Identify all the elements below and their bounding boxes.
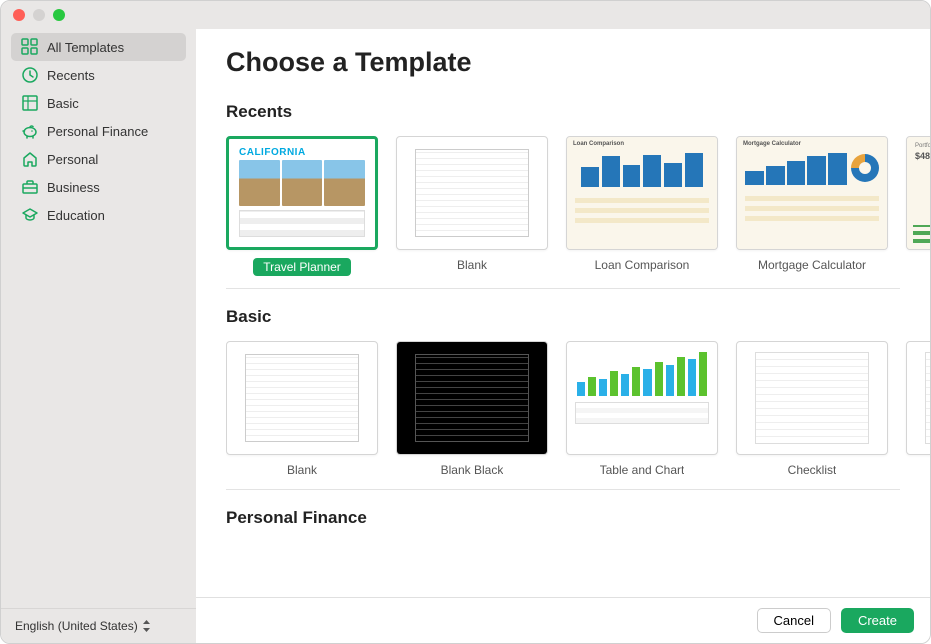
template-label: Blank [287, 463, 317, 477]
section-divider [226, 489, 900, 490]
section-divider [226, 288, 900, 289]
template-label: Checklist [788, 463, 837, 477]
template-item[interactable]: Blank Black [396, 341, 548, 477]
template-label: Blank Black [441, 463, 504, 477]
template-chooser-window: All Templates Recents Basic Personal Financ… [0, 0, 931, 644]
create-button[interactable]: Create [841, 608, 914, 633]
sheet-icon [21, 94, 39, 112]
close-icon[interactable] [13, 9, 25, 21]
sidebar-item-label: Basic [47, 96, 79, 111]
template-label: Loan Comparison [595, 258, 690, 272]
content: Choose a Template Recents CALIFORNIA Trave… [196, 29, 930, 597]
sidebar-item-label: Personal Finance [47, 124, 148, 139]
template-item[interactable]: Checklist [736, 341, 888, 477]
template-thumbnail [226, 341, 378, 455]
language-label: English (United States) [15, 619, 138, 633]
maximize-icon[interactable] [53, 9, 65, 21]
footer: Cancel Create [196, 597, 930, 643]
section-title: Personal Finance [226, 508, 930, 528]
template-thumbnail: CALIFORNIA [226, 136, 378, 250]
template-thumbnail: Portfolio$480,020.00 [906, 136, 930, 250]
template-item[interactable]: Loan Comparison Loan Comparison [566, 136, 718, 276]
body: All Templates Recents Basic Personal Financ… [1, 29, 930, 643]
home-icon [21, 150, 39, 168]
template-label: Blank [457, 258, 487, 272]
template-thumbnail [396, 136, 548, 250]
section-basic: Basic Blank Blank Black Table and Chart Chec… [226, 307, 930, 477]
grid-icon [21, 38, 39, 56]
clock-icon [21, 66, 39, 84]
sidebar-item-label: Personal [47, 152, 98, 167]
section-title: Basic [226, 307, 930, 327]
template-label: Mortgage Calculator [758, 258, 866, 272]
template-item[interactable]: Blank [396, 136, 548, 276]
template-label: Table and Chart [600, 463, 685, 477]
language-select[interactable]: English (United States) [15, 619, 182, 633]
section-personal-finance: Personal Finance [226, 508, 930, 542]
sidebar-item-education[interactable]: Education [11, 201, 186, 229]
sidebar-item-label: All Templates [47, 40, 124, 55]
sidebar-item-personal[interactable]: Personal [11, 145, 186, 173]
template-thumbnail [906, 341, 930, 455]
sidebar-list: All Templates Recents Basic Personal Financ… [1, 33, 196, 229]
sidebar-item-all-templates[interactable]: All Templates [11, 33, 186, 61]
template-item[interactable]: Mortgage Calculator Mortgage Calculator [736, 136, 888, 276]
template-item[interactable]: Portfolio$480,020.00My Sto [906, 136, 930, 276]
template-thumbnail: Mortgage Calculator [736, 136, 888, 250]
section-recents: Recents CALIFORNIA Travel Planner Blank Loan… [226, 102, 930, 276]
section-title: Recents [226, 102, 930, 122]
template-item[interactable]: Blank [226, 341, 378, 477]
titlebar [1, 1, 930, 29]
grad-icon [21, 206, 39, 224]
cancel-button[interactable]: Cancel [757, 608, 831, 633]
minimize-icon[interactable] [33, 9, 45, 21]
sidebar-item-label: Education [47, 208, 105, 223]
template-row: CALIFORNIA Travel Planner Blank Loan Compar… [226, 136, 930, 276]
template-row: Blank Blank Black Table and Chart Checklist… [226, 341, 930, 477]
template-thumbnail: Loan Comparison [566, 136, 718, 250]
template-thumbnail [566, 341, 718, 455]
sidebar: All Templates Recents Basic Personal Financ… [1, 29, 196, 643]
template-item[interactable]: Chec [906, 341, 930, 477]
main: Choose a Template Recents CALIFORNIA Trave… [196, 29, 930, 643]
template-label: Travel Planner [253, 258, 351, 276]
briefcase-icon [21, 178, 39, 196]
sidebar-item-business[interactable]: Business [11, 173, 186, 201]
piggy-icon [21, 122, 39, 140]
page-title: Choose a Template [226, 47, 930, 78]
template-item[interactable]: CALIFORNIA Travel Planner [226, 136, 378, 276]
sidebar-item-label: Business [47, 180, 100, 195]
template-thumbnail [736, 341, 888, 455]
updown-icon [142, 620, 151, 632]
template-thumbnail [396, 341, 548, 455]
sidebar-item-label: Recents [47, 68, 95, 83]
sidebar-item-personal-finance[interactable]: Personal Finance [11, 117, 186, 145]
sidebar-footer: English (United States) [1, 608, 196, 643]
sidebar-item-basic[interactable]: Basic [11, 89, 186, 117]
sidebar-item-recents[interactable]: Recents [11, 61, 186, 89]
template-item[interactable]: Table and Chart [566, 341, 718, 477]
